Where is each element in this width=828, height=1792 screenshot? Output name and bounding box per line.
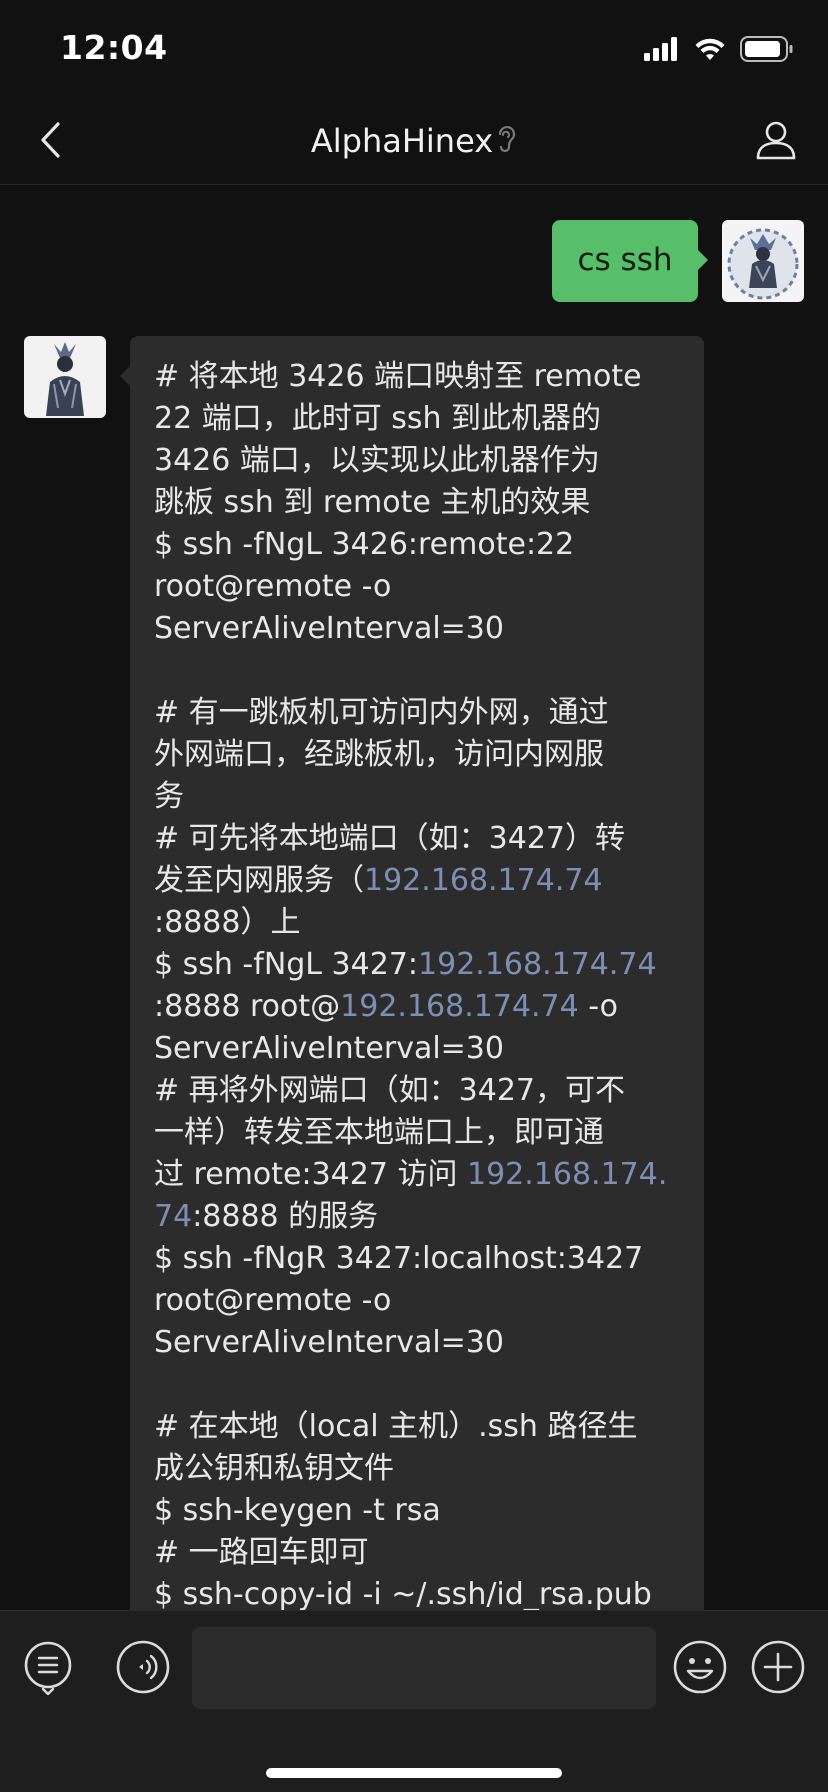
emoji-icon bbox=[672, 1639, 728, 1699]
message-line: 发至内网服务（192.168.174.74 bbox=[154, 860, 694, 902]
message-text-segment: 过 remote:3427 访问 bbox=[154, 1157, 467, 1192]
message-line: 一样）转发至本地端口上，即可通 bbox=[154, 1115, 604, 1150]
message-line: $ ssh -fNgL 3426:remote:22 bbox=[154, 527, 575, 562]
message-line: root@remote -o bbox=[154, 1283, 392, 1318]
home-indicator[interactable] bbox=[266, 1768, 562, 1778]
outgoing-message-bubble[interactable]: cs ssh bbox=[552, 220, 708, 302]
status-icons bbox=[644, 36, 794, 66]
message-line: ServerAliveInterval=30 bbox=[154, 1325, 504, 1360]
message-line: # 可先将本地端口（如：3427）转 bbox=[154, 821, 626, 856]
nav-bar: AlphaHinex bbox=[0, 100, 828, 185]
chat-screen: 12:04 AlphaHinex cs ssh # 将本地 3426 端口映射至… bbox=[0, 0, 828, 1792]
message-input[interactable] bbox=[192, 1627, 656, 1709]
chat-title-text: AlphaHinex bbox=[310, 122, 494, 160]
message-line: :8888）上 bbox=[154, 905, 301, 940]
message-line: 务 bbox=[154, 779, 184, 814]
message-line: ServerAliveInterval=30 bbox=[154, 1031, 504, 1066]
message-line: 跳板 ssh 到 remote 主机的效果 bbox=[154, 485, 591, 520]
message-line: # 有一跳板机可访问内外网，通过 bbox=[154, 695, 609, 730]
chat-title: AlphaHinex bbox=[0, 122, 828, 162]
bubble-tail bbox=[120, 366, 130, 386]
message-text-segment: :8888 root@ bbox=[154, 989, 341, 1024]
ip-link[interactable]: 192.168.174. bbox=[467, 1157, 667, 1192]
voice-button[interactable] bbox=[115, 1639, 171, 1699]
ip-link[interactable]: 74 bbox=[154, 1199, 192, 1234]
message-line: # 在本地（local 主机）.ssh 路径生 bbox=[154, 1409, 638, 1444]
message-line: # 一路回车即可 bbox=[154, 1535, 369, 1570]
ip-link[interactable]: 192.168.174.74 bbox=[364, 863, 603, 898]
message-line: :8888 root@192.168.174.74 -o bbox=[154, 986, 694, 1028]
signal-icon bbox=[644, 37, 680, 65]
contact-avatar[interactable] bbox=[24, 336, 106, 418]
status-bar: 12:04 bbox=[0, 0, 828, 100]
battery-icon bbox=[740, 36, 794, 66]
profile-icon bbox=[755, 120, 797, 164]
ip-link[interactable]: 192.168.174.74 bbox=[340, 989, 579, 1024]
message-line: 成公钥和私钥文件 bbox=[154, 1451, 394, 1486]
message-line: # 将本地 3426 端口映射至 remote bbox=[154, 359, 642, 394]
message-line: 74:8888 的服务 bbox=[154, 1196, 694, 1238]
message-text-segment: :8888 的服务 bbox=[192, 1199, 379, 1234]
incoming-message-text: # 将本地 3426 端口映射至 remote 22 端口，此时可 ssh 到此… bbox=[154, 356, 694, 1616]
ear-icon bbox=[495, 124, 517, 162]
message-text-segment: -o bbox=[578, 989, 618, 1024]
my-avatar[interactable] bbox=[722, 220, 804, 302]
voice-icon bbox=[115, 1639, 171, 1699]
message-line: $ ssh -fNgR 3427:localhost:3427 bbox=[154, 1241, 644, 1276]
emoji-button[interactable] bbox=[672, 1639, 728, 1699]
message-line: # 再将外网端口（如：3427，可不 bbox=[154, 1073, 626, 1108]
message-line: 22 端口，此时可 ssh 到此机器的 bbox=[154, 401, 602, 436]
bubble-tail bbox=[698, 250, 708, 270]
profile-button[interactable] bbox=[748, 114, 804, 170]
status-time: 12:04 bbox=[60, 28, 168, 67]
message-line: $ ssh-keygen -t rsa bbox=[154, 1493, 441, 1528]
list-menu-icon bbox=[22, 1639, 74, 1699]
more-actions-button[interactable] bbox=[750, 1639, 806, 1699]
outgoing-message-text: cs ssh bbox=[577, 242, 673, 278]
plus-icon bbox=[750, 1639, 806, 1699]
message-line: 3426 端口，以实现以此机器作为 bbox=[154, 443, 600, 478]
incoming-message-bubble[interactable]: # 将本地 3426 端口映射至 remote 22 端口，此时可 ssh 到此… bbox=[120, 336, 704, 1636]
message-line: 外网端口，经跳板机，访问内网服 bbox=[154, 737, 604, 772]
message-line: $ ssh -fNgL 3427:192.168.174.74 bbox=[154, 944, 694, 986]
input-bar bbox=[0, 1610, 828, 1792]
ip-link[interactable]: 192.168.174.74 bbox=[418, 947, 657, 982]
message-line: 过 remote:3427 访问 192.168.174. bbox=[154, 1154, 694, 1196]
message-text-segment: $ ssh -fNgL 3427: bbox=[154, 947, 419, 982]
message-line: ServerAliveInterval=30 bbox=[154, 611, 504, 646]
wifi-icon bbox=[694, 37, 726, 65]
message-text-segment: 发至内网服务（ bbox=[154, 863, 364, 898]
message-line: root@remote -o bbox=[154, 569, 392, 604]
menu-toggle-button[interactable] bbox=[20, 1641, 76, 1697]
